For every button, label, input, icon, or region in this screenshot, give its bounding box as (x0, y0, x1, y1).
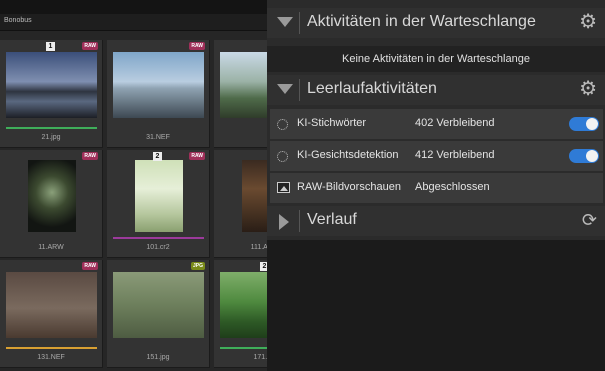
idle-row-name: KI-Gesichtsdetektion (297, 149, 399, 161)
history-section-header[interactable]: Verlauf ⟳ (267, 206, 605, 236)
file-name: 11.ARW (38, 244, 64, 251)
thumbnail-tile[interactable]: RAW 31.NEF (107, 40, 210, 148)
expand-triangle-icon[interactable] (279, 214, 289, 230)
thumbnail-image (6, 52, 97, 118)
collapse-triangle-icon[interactable] (277, 17, 293, 27)
history-title: Verlauf (307, 211, 357, 228)
gear-icon[interactable]: ⚙ (579, 12, 597, 32)
idle-row-face-detection: KI-Gesichtsdetektion 412 Verbleibend (270, 141, 603, 171)
file-type-badge: RAW (82, 42, 98, 50)
idle-row-name: RAW-Bildvorschauen (297, 181, 401, 193)
refresh-icon[interactable]: ⟳ (582, 210, 597, 231)
ki-keywords-toggle[interactable] (569, 117, 599, 131)
thumbnail-image (28, 160, 76, 232)
file-type-badge: RAW (189, 42, 205, 50)
color-label-bar (113, 237, 204, 239)
thumbnail-tile[interactable]: RAW 11.ARW (0, 150, 103, 258)
selection-number: 2 (153, 152, 162, 161)
color-label-bar (6, 347, 97, 349)
queue-empty-area: Keine Aktivitäten in der Warteschlange (267, 46, 605, 72)
thumbnail-image (6, 272, 97, 338)
file-name: 151.jpg (146, 354, 170, 361)
idle-row-name: KI-Stichwörter (297, 117, 367, 129)
header-divider (299, 210, 300, 232)
toggle-knob (586, 150, 598, 162)
file-name: 101.cr2 (146, 244, 170, 251)
file-type-badge: RAW (189, 152, 205, 160)
gear-icon[interactable]: ⚙ (579, 79, 597, 99)
idle-title: Leerlaufaktivitäten (307, 80, 437, 97)
file-type-badge: RAW (82, 262, 98, 270)
thumbnail-tile[interactable]: JPG 151.jpg (107, 260, 210, 368)
idle-row-raw-previews: RAW-Bildvorschauen Abgeschlossen (270, 173, 603, 203)
path-label: Bonobus (4, 17, 32, 24)
file-name: 21.jpg (41, 134, 61, 141)
queue-section-header[interactable]: Aktivitäten in der Warteschlange ⚙ (267, 8, 605, 38)
header-divider (299, 12, 300, 34)
spinner-icon (277, 151, 288, 162)
thumbnail-image (113, 52, 204, 118)
color-label-bar (6, 127, 97, 129)
file-type-badge: JPG (190, 262, 205, 270)
idle-row-status: 402 Verbleibend (415, 117, 495, 129)
activities-panel: Aktivitäten in der Warteschlange ⚙ Keine… (267, 0, 605, 371)
selection-number: 1 (46, 42, 55, 51)
idle-row-status: Abgeschlossen (415, 181, 490, 193)
queue-empty-message: Keine Aktivitäten in der Warteschlange (342, 53, 530, 65)
thumbnail-image (135, 160, 183, 232)
idle-row-ki-keywords: KI-Stichwörter 402 Verbleibend (270, 109, 603, 139)
queue-title: Aktivitäten in der Warteschlange (307, 13, 536, 30)
thumbnail-image (113, 272, 204, 338)
thumbnail-tile[interactable]: RAW 131.NEF (0, 260, 103, 368)
spinner-icon (277, 119, 288, 130)
collapse-triangle-icon[interactable] (277, 84, 293, 94)
thumbnail-tile[interactable]: 2 RAW 101.cr2 (107, 150, 210, 258)
idle-row-status: 412 Verbleibend (415, 149, 495, 161)
toggle-knob (586, 118, 598, 130)
face-detection-toggle[interactable] (569, 149, 599, 163)
file-name: 31.NEF (146, 134, 170, 141)
image-icon (277, 182, 290, 193)
file-name: 131.NEF (37, 354, 65, 361)
thumbnail-tile[interactable]: 1 RAW 21.jpg (0, 40, 103, 148)
idle-section-header[interactable]: Leerlaufaktivitäten ⚙ (267, 75, 605, 105)
file-type-badge: RAW (82, 152, 98, 160)
header-divider (299, 79, 300, 101)
